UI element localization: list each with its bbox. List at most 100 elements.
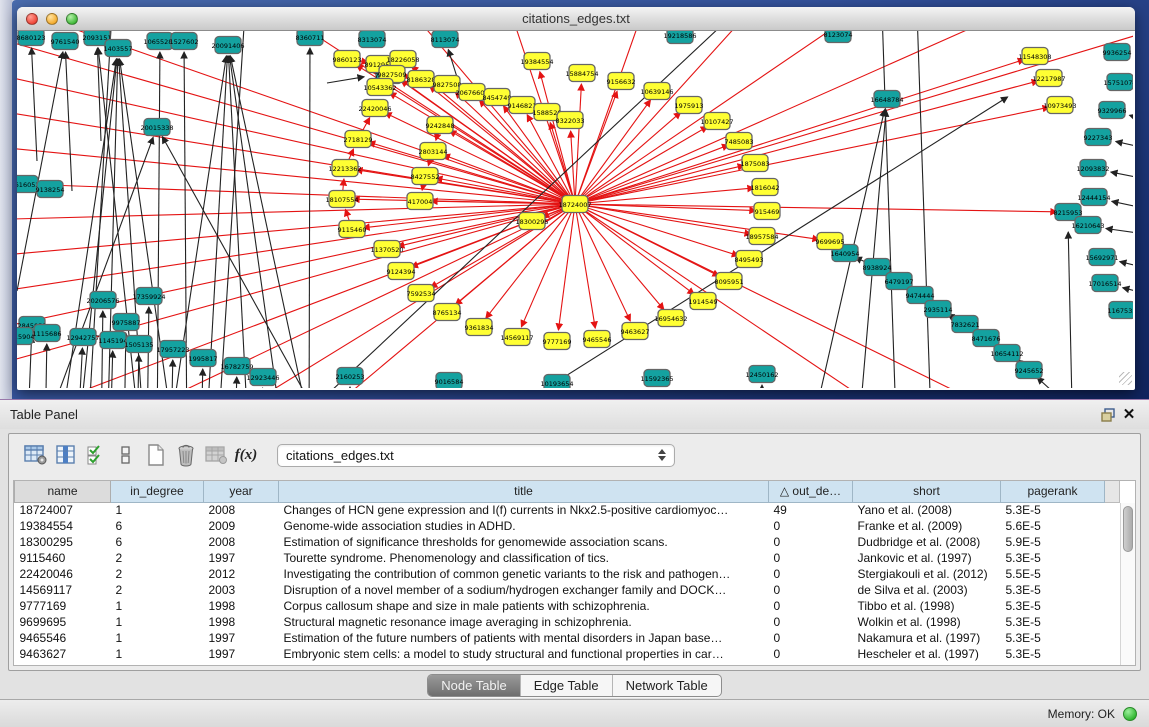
graph-node[interactable]: 9124394: [387, 263, 416, 280]
graph-edge[interactable]: [327, 77, 364, 83]
table-cell[interactable]: 9465546: [15, 630, 111, 646]
graph-node[interactable]: 2718129: [344, 131, 373, 148]
graph-node[interactable]: 9699695: [816, 233, 845, 250]
graph-edge[interactable]: [1068, 232, 1073, 388]
graph-node[interactable]: 11370520: [370, 241, 403, 258]
table-cell[interactable]: Tibbo et al. (1998): [853, 598, 1001, 614]
unselect-rows-icon[interactable]: [111, 441, 141, 469]
graph-edge[interactable]: [575, 204, 694, 294]
graph-node[interactable]: 915469: [754, 203, 780, 220]
graph-node[interactable]: 18724007: [558, 196, 591, 213]
graph-node[interactable]: 9761540: [51, 33, 80, 50]
graph-node[interactable]: 11548308: [1018, 48, 1051, 65]
table-cell[interactable]: [1105, 502, 1120, 518]
scrollbar-thumb[interactable]: [1123, 506, 1133, 552]
table-cell[interactable]: 2009: [204, 518, 279, 534]
network-canvas[interactable]: 8680123976154020931511403557106552871527…: [17, 31, 1135, 388]
table-cell[interactable]: 14569117: [15, 582, 111, 598]
table-cell[interactable]: Tourette syndrome. Phenomenology and cla…: [279, 550, 769, 566]
table-cell[interactable]: 18300295: [15, 534, 111, 550]
graph-edge[interactable]: [1106, 229, 1133, 237]
table-cell[interactable]: [1105, 518, 1120, 534]
table-cell[interactable]: Genome-wide association studies in ADHD.: [279, 518, 769, 534]
graph-node[interactable]: 10973493: [1043, 97, 1076, 114]
table-cell[interactable]: 2003: [204, 582, 279, 598]
table-cell[interactable]: 19384554: [15, 518, 111, 534]
graph-node[interactable]: 19384554: [520, 53, 553, 70]
graph-edge[interactable]: [110, 351, 113, 388]
table-cell[interactable]: Estimation of significance thresholds fo…: [279, 534, 769, 550]
graph-node[interactable]: 9975887: [112, 314, 141, 331]
graph-edge[interactable]: [356, 170, 575, 204]
graph-node[interactable]: 12213362: [328, 160, 361, 177]
graph-node[interactable]: 9016584: [435, 373, 464, 389]
graph-node[interactable]: 8360711: [296, 31, 325, 46]
graph-edge[interactable]: [309, 48, 310, 388]
table-row[interactable]: 2242004622012Investigating the contribut…: [15, 566, 1120, 582]
graph-node[interactable]: 20206576: [86, 292, 119, 309]
graph-node[interactable]: 9115460: [338, 221, 367, 238]
graph-node[interactable]: 1527602: [170, 33, 199, 50]
graph-edge[interactable]: [235, 377, 237, 388]
graph-edge[interactable]: [32, 48, 37, 161]
select-columns-icon[interactable]: [51, 441, 81, 469]
graph-node[interactable]: 15692971: [1085, 249, 1118, 266]
table-cell[interactable]: 2: [111, 550, 204, 566]
table-cell[interactable]: [1105, 598, 1120, 614]
column-header-short[interactable]: short: [853, 481, 1001, 502]
graph-node[interactable]: 8471676: [972, 330, 1001, 347]
table-cell[interactable]: [1105, 534, 1120, 550]
graph-node[interactable]: 9227343: [1084, 129, 1113, 146]
table-cell[interactable]: 0: [769, 598, 853, 614]
table-cell[interactable]: 0: [769, 630, 853, 646]
table-cell[interactable]: 1: [111, 598, 204, 614]
graph-node[interactable]: 8680123: [17, 31, 45, 46]
graph-node[interactable]: 9463627: [621, 323, 650, 340]
graph-node[interactable]: 17016514: [1088, 275, 1121, 292]
new-document-icon[interactable]: [141, 441, 171, 469]
graph-node[interactable]: 14569117: [500, 329, 533, 346]
graph-node[interactable]: 17957223: [156, 341, 189, 358]
table-cell[interactable]: 9699695: [15, 614, 111, 630]
graph-node[interactable]: 18300295: [515, 213, 548, 230]
graph-node[interactable]: 8186328: [407, 71, 436, 88]
graph-edge[interactable]: [1112, 201, 1133, 213]
table-cell[interactable]: Stergiakouli et al. (2012): [853, 566, 1001, 582]
table-cell[interactable]: Structural magnetic resonance image aver…: [279, 614, 769, 630]
column-header-in_degree[interactable]: in_degree: [111, 481, 204, 502]
table-cell[interactable]: Franke et al. (2009): [853, 518, 1001, 534]
table-cell[interactable]: 1998: [204, 614, 279, 630]
table-cell[interactable]: 2: [111, 566, 204, 582]
graph-node[interactable]: 1816042: [751, 179, 780, 196]
table-cell[interactable]: 49: [769, 502, 853, 518]
graph-node[interactable]: 8495493: [735, 251, 764, 268]
table-row[interactable]: 911546021997Tourette syndrome. Phenomeno…: [15, 550, 1120, 566]
table-cell[interactable]: 2008: [204, 502, 279, 518]
graph-edge[interactable]: [575, 127, 708, 204]
graph-node[interactable]: 417004: [407, 193, 433, 210]
graph-node[interactable]: 20015338: [140, 119, 173, 136]
table-cell[interactable]: 18724007: [15, 502, 111, 518]
table-cell[interactable]: 0: [769, 566, 853, 582]
table-cell[interactable]: 0: [769, 518, 853, 534]
column-header-name[interactable]: name: [15, 481, 111, 502]
graph-node[interactable]: 16210643: [1071, 217, 1104, 234]
graph-node[interactable]: 1403557: [104, 40, 133, 57]
graph-edge[interactable]: [171, 360, 173, 388]
graph-node[interactable]: 8113074: [431, 31, 460, 48]
table-cell[interactable]: 0: [769, 534, 853, 550]
graph-node[interactable]: 1914549: [689, 293, 718, 310]
graph-node[interactable]: 16782759: [220, 358, 253, 375]
network-window-titlebar[interactable]: citations_edges.txt: [17, 7, 1135, 31]
delete-trash-icon[interactable]: [171, 441, 201, 469]
vertical-scrollbar[interactable]: [1120, 503, 1135, 665]
table-cell[interactable]: [1105, 550, 1120, 566]
table-cell[interactable]: 2012: [204, 566, 279, 582]
table-cell[interactable]: [1105, 630, 1120, 646]
graph-edge[interactable]: [575, 204, 595, 328]
graph-node[interactable]: 16954632: [654, 310, 687, 327]
float-panel-icon[interactable]: [1099, 406, 1119, 424]
column-header-△ out_de…[interactable]: △ out_de…: [769, 481, 853, 502]
graph-node[interactable]: 2803144: [419, 143, 448, 160]
table-cell[interactable]: Disruption of a novel member of a sodium…: [279, 582, 769, 598]
